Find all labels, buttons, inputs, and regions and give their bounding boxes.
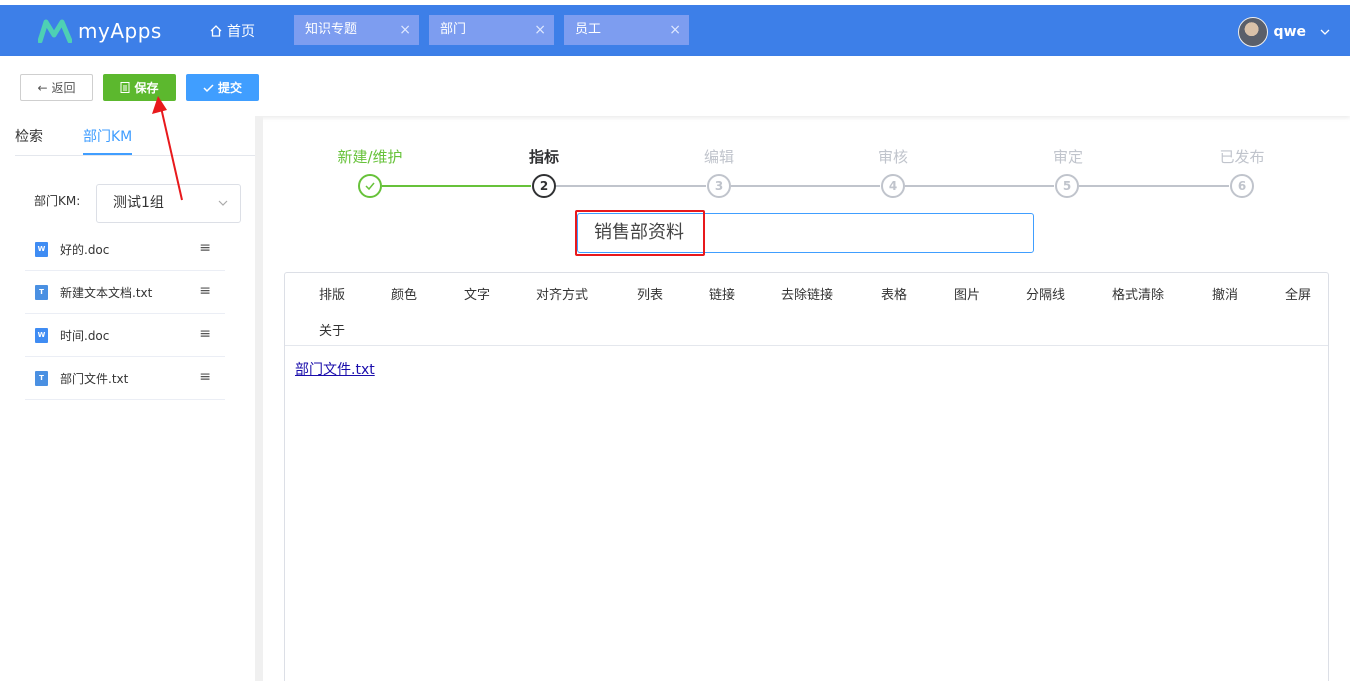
step-number: 6: [1230, 174, 1254, 198]
tool-text[interactable]: 文字: [464, 284, 490, 303]
step-6: 已发布: [1197, 146, 1287, 167]
tool-link[interactable]: 链接: [709, 284, 735, 303]
close-icon[interactable]: ×: [399, 15, 411, 45]
step-3: 编辑: [674, 146, 764, 167]
step-connector: [1079, 185, 1229, 187]
word-file-icon: W: [35, 328, 48, 343]
file-list: W 好的.doc ≡ T 新建文本文档.txt ≡ W 时间.doc ≡ T 部…: [25, 228, 225, 400]
step-title: 编辑: [703, 148, 734, 166]
list-item[interactable]: T 部门文件.txt ≡: [25, 357, 225, 400]
tool-undo[interactable]: 撤消: [1212, 284, 1238, 303]
tab-knowledge-topic[interactable]: 知识专题 ×: [294, 15, 419, 45]
text-file-icon: T: [35, 371, 48, 386]
tab-search[interactable]: 检索: [15, 126, 43, 146]
tool-about[interactable]: 关于: [319, 320, 345, 339]
step-connector: [556, 185, 706, 187]
step-title: 审核: [877, 148, 908, 166]
list-item[interactable]: W 时间.doc ≡: [25, 314, 225, 357]
home-label: 首页: [227, 24, 255, 40]
editor-toolbar: 排版 颜色 文字 对齐方式 列表 链接 去除链接 表格 图片 分隔线 格式清除 …: [285, 273, 1328, 346]
rich-text-editor[interactable]: 排版 颜色 文字 对齐方式 列表 链接 去除链接 表格 图片 分隔线 格式清除 …: [284, 272, 1329, 681]
menu-icon[interactable]: ≡: [199, 240, 211, 256]
tool-fullscreen[interactable]: 全屏: [1285, 284, 1311, 303]
submit-label: 提交: [217, 81, 242, 95]
sidebar-tabs: 检索 部门KM: [15, 126, 255, 156]
tab-department-km[interactable]: 部门KM: [83, 126, 133, 155]
submit-button[interactable]: 提交: [186, 74, 259, 101]
back-button[interactable]: ← 返回: [20, 74, 93, 101]
tab-label: 知识专题: [305, 22, 358, 37]
menu-icon[interactable]: ≡: [199, 283, 211, 299]
list-item[interactable]: T 新建文本文档.txt ≡: [25, 271, 225, 314]
word-file-icon: W: [35, 242, 48, 257]
list-item[interactable]: W 好的.doc ≡: [25, 228, 225, 271]
file-name[interactable]: 新建文本文档.txt: [60, 284, 152, 301]
close-icon[interactable]: ×: [534, 15, 546, 45]
tool-list[interactable]: 列表: [637, 284, 663, 303]
user-menu[interactable]: qwe: [1237, 17, 1330, 47]
tab-department[interactable]: 部门 ×: [429, 15, 554, 45]
step-number: 3: [707, 174, 731, 198]
tool-image[interactable]: 图片: [954, 284, 980, 303]
step-5: 审定: [1023, 146, 1113, 167]
top-navbar: myApps 首页 知识专题 × 部门 × 员工 × qwe: [0, 5, 1350, 56]
file-name[interactable]: 时间.doc: [60, 327, 109, 344]
step-2: 指标: [499, 146, 589, 167]
step-title: 已发布: [1219, 148, 1265, 166]
km-selected-value: 测试1组: [113, 195, 164, 211]
home-link[interactable]: 首页: [209, 21, 255, 41]
check-icon: [203, 83, 214, 92]
sidebar-resize-handle[interactable]: [255, 116, 263, 681]
tool-table[interactable]: 表格: [881, 284, 907, 303]
tab-label: 员工: [575, 22, 602, 37]
step-connector: [905, 185, 1054, 187]
action-bar: ← 返回 保存 提交: [0, 56, 1350, 116]
home-icon: [210, 25, 222, 37]
step-number: 2: [532, 174, 556, 198]
step-number: 4: [881, 174, 905, 198]
user-name: qwe: [1273, 24, 1306, 40]
file-link[interactable]: 部门文件.txt: [295, 359, 375, 379]
menu-icon[interactable]: ≡: [199, 369, 211, 385]
step-title: 新建/维护: [337, 148, 403, 166]
tool-layout[interactable]: 排版: [319, 284, 345, 303]
file-name[interactable]: 部门文件.txt: [60, 370, 128, 387]
step-connector: [382, 185, 531, 187]
left-sidebar: 检索 部门KM 部门KM: 测试1组 W 好的.doc ≡ T 新建文本文档.t…: [0, 116, 255, 681]
km-label: 部门KM:: [34, 194, 81, 208]
step-number: 5: [1055, 174, 1079, 198]
step-1: 新建/维护: [325, 146, 415, 167]
text-file-icon: T: [35, 285, 48, 300]
arrow-left-icon: ←: [37, 80, 48, 95]
app-name: myApps: [78, 19, 162, 43]
save-button[interactable]: 保存: [103, 74, 176, 101]
file-name[interactable]: 好的.doc: [60, 241, 109, 258]
check-icon: [358, 174, 382, 198]
logo-icon: [38, 19, 72, 43]
annotation-highlight-box: [575, 210, 705, 256]
step-title: 审定: [1052, 148, 1083, 166]
chevron-down-icon: [1320, 29, 1330, 35]
menu-icon[interactable]: ≡: [199, 326, 211, 342]
tool-color[interactable]: 颜色: [391, 284, 417, 303]
avatar: [1237, 17, 1268, 47]
document-icon: [120, 82, 130, 93]
tool-unlink[interactable]: 去除链接: [781, 284, 833, 303]
app-logo[interactable]: myApps: [38, 17, 162, 45]
back-label: 返回: [51, 81, 76, 95]
close-icon[interactable]: ×: [669, 15, 681, 45]
save-label: 保存: [134, 81, 159, 95]
step-title: 指标: [528, 148, 559, 166]
tab-label: 部门: [440, 22, 467, 37]
tool-align[interactable]: 对齐方式: [536, 284, 588, 303]
step-connector: [731, 185, 880, 187]
step-4: 审核: [848, 146, 938, 167]
km-select[interactable]: 测试1组: [96, 184, 241, 223]
chevron-down-icon: [218, 200, 228, 206]
tool-divider[interactable]: 分隔线: [1026, 284, 1065, 303]
tool-clear-format[interactable]: 格式清除: [1112, 284, 1164, 303]
tab-employee[interactable]: 员工 ×: [564, 15, 689, 45]
